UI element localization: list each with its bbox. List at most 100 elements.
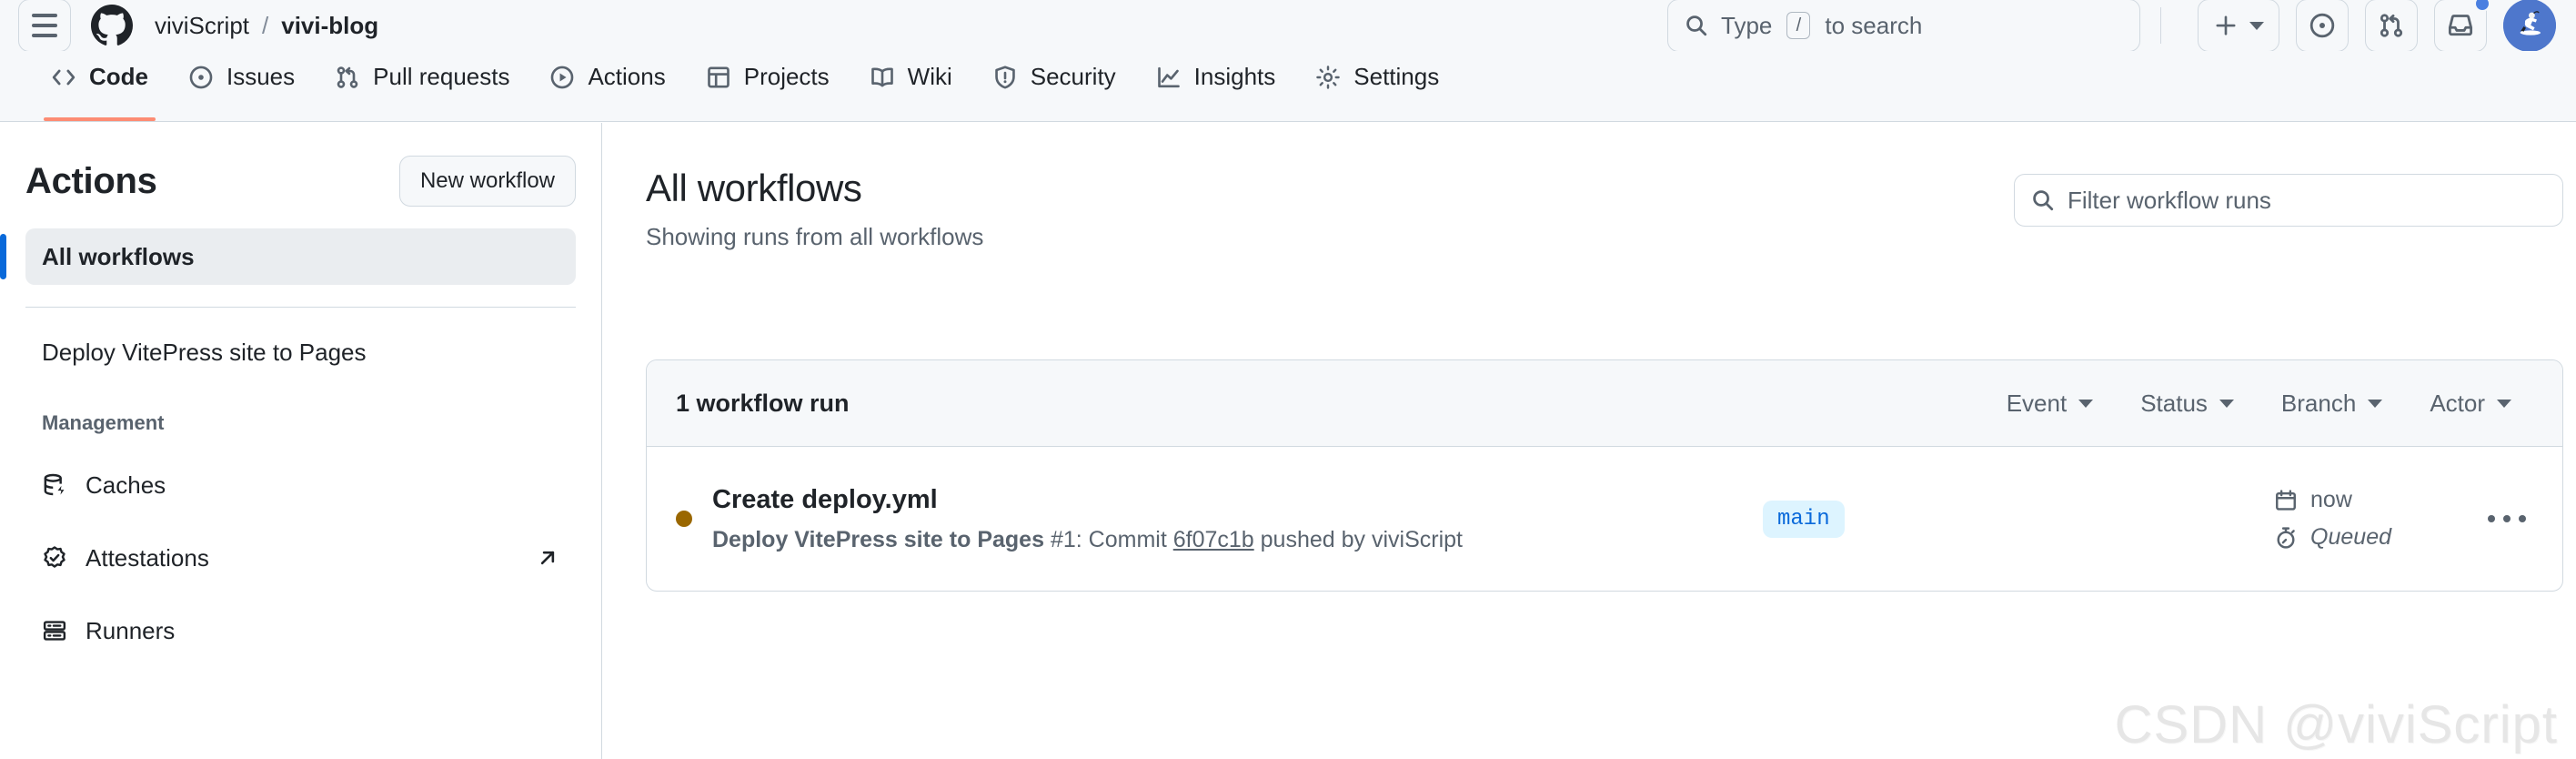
workflow-run-count: 1 workflow run (676, 389, 850, 417)
workflow-run-time-label: now (2310, 487, 2352, 512)
stopwatch-icon (2274, 526, 2298, 550)
workflow-run-duration-label: Queued (2310, 524, 2391, 550)
breadcrumb: viviScript / vivi-blog (155, 12, 378, 40)
gear-icon (1315, 65, 1341, 90)
branch-badge[interactable]: main (1762, 500, 1845, 538)
filter-status-label: Status (2140, 389, 2208, 417)
tab-insights[interactable]: Insights (1136, 51, 1296, 121)
tab-issues-label: Issues (226, 63, 296, 90)
sidebar-item-all-workflows[interactable]: All workflows (0, 228, 576, 285)
external-link-icon (536, 546, 559, 570)
search-placeholder-before: Type (1721, 11, 1773, 39)
filter-event-label: Event (2006, 389, 2068, 417)
sidebar-item-workflow[interactable]: Deploy VitePress site to Pages (25, 324, 576, 380)
header-actions: Type / to search (1667, 0, 2556, 52)
tab-wiki-label: Wiki (907, 63, 952, 90)
chevron-down-icon (2497, 399, 2511, 408)
chevron-down-icon (2368, 399, 2383, 408)
sidebar-divider (25, 307, 576, 308)
sidebar-item-all-workflows-label: All workflows (42, 242, 195, 270)
filter-actor-dropdown[interactable]: Actor (2406, 390, 2535, 418)
header-divider (2160, 7, 2161, 44)
tab-issues[interactable]: Issues (168, 51, 315, 121)
workflow-run-timing: now Queued (2274, 487, 2391, 551)
sidebar-title: Actions (25, 160, 157, 201)
play-icon (549, 65, 575, 90)
main-content: All workflows Showing runs from all work… (603, 123, 2576, 759)
sidebar-item-runners[interactable]: Runners (25, 602, 576, 659)
workflow-run-commit-word: Commit (1088, 526, 1167, 552)
search-icon (2031, 188, 2055, 212)
filter-actor-label: Actor (2430, 389, 2485, 417)
issue-opened-icon (2309, 12, 2336, 39)
new-workflow-button[interactable]: New workflow (398, 156, 576, 207)
filter-workflow-runs-input[interactable]: Filter workflow runs (2014, 174, 2563, 227)
code-icon (51, 65, 76, 90)
workflow-run-created-time: now (2274, 487, 2391, 513)
global-header: viviScript / vivi-blog Type / to search (0, 0, 2576, 52)
tab-projects-label: Projects (743, 63, 830, 90)
queued-status-dot (676, 511, 692, 527)
sidebar-item-runners-label: Runners (86, 616, 176, 644)
workflow-run-info: Create deploy.yml Deploy VitePress site … (712, 485, 1463, 553)
filter-placeholder: Filter workflow runs (2068, 186, 2271, 214)
tab-security-label: Security (1030, 63, 1116, 90)
breadcrumb-separator: / (262, 11, 269, 39)
breadcrumb-owner[interactable]: viviScript (155, 12, 249, 40)
sidebar-item-caches-label: Caches (86, 471, 166, 499)
github-mark-icon[interactable] (91, 5, 133, 46)
inbox-icon (2447, 12, 2474, 39)
kebab-horizontal-icon[interactable] (2482, 506, 2531, 531)
tab-security[interactable]: Security (972, 51, 1136, 121)
tab-settings-label: Settings (1353, 63, 1440, 90)
workflow-run-right: now Queued (2274, 487, 2531, 551)
github-actions-page: viviScript / vivi-blog Type / to search (0, 0, 2576, 759)
tab-insights-label: Insights (1193, 63, 1276, 90)
repository-nav: Code Issues Pull requests Actions Projec… (0, 51, 2576, 122)
workflow-run-workflow-name[interactable]: Deploy VitePress site to Pages (712, 527, 1044, 552)
workflow-filters: Event Status Branch Actor (1983, 390, 2535, 418)
search-input[interactable]: Type / to search (1667, 0, 2140, 52)
breadcrumb-repo[interactable]: vivi-blog (281, 12, 378, 40)
search-slash-key: / (1786, 12, 1811, 39)
plus-icon (2213, 13, 2239, 38)
page-subtitle: Showing runs from all workflows (646, 223, 984, 250)
tab-settings[interactable]: Settings (1295, 51, 1459, 121)
git-pull-request-icon (2378, 12, 2405, 39)
inbox-button[interactable] (2434, 0, 2490, 52)
chevron-down-icon (2078, 399, 2094, 408)
user-avatar[interactable] (2503, 0, 2556, 52)
workflow-runs-card: 1 workflow run Event Status Branch Actor… (646, 359, 2563, 592)
tab-wiki[interactable]: Wiki (850, 51, 972, 121)
workflow-run-pushed-by: pushed by (1260, 526, 1366, 552)
graph-icon (1156, 65, 1182, 90)
workflow-run-row[interactable]: Create deploy.yml Deploy VitePress site … (647, 447, 2562, 591)
issues-button[interactable] (2296, 0, 2349, 52)
watermark: CSDN @viviScript (2114, 695, 2558, 754)
sidebar-item-attestations-label: Attestations (86, 543, 209, 572)
workflow-run-title[interactable]: Create deploy.yml (712, 485, 1463, 515)
hamburger-menu-icon[interactable] (18, 0, 71, 52)
actions-sidebar: Actions New workflow All workflows Deplo… (0, 123, 602, 759)
tab-pull-requests[interactable]: Pull requests (315, 51, 529, 121)
filter-event-dropdown[interactable]: Event (1983, 390, 2118, 418)
chevron-down-icon (2219, 399, 2234, 408)
workflow-run-actor[interactable]: viviScript (1372, 527, 1463, 552)
filter-branch-dropdown[interactable]: Branch (2258, 390, 2406, 418)
server-icon (42, 618, 69, 643)
tab-projects[interactable]: Projects (686, 51, 850, 121)
tab-actions[interactable]: Actions (529, 51, 685, 121)
book-icon (870, 65, 895, 90)
workflow-run-commit-sha[interactable]: 6f07c1b (1173, 527, 1254, 552)
tab-pull-requests-label: Pull requests (373, 63, 510, 90)
pull-requests-button[interactable] (2365, 0, 2418, 52)
search-icon (1685, 14, 1708, 37)
git-pull-request-icon (335, 65, 360, 90)
tab-code[interactable]: Code (31, 51, 168, 121)
sidebar-item-attestations[interactable]: Attestations (25, 530, 576, 586)
sidebar-item-caches[interactable]: Caches (25, 457, 576, 513)
filter-status-dropdown[interactable]: Status (2117, 390, 2258, 418)
sidebar-group-management: Management (42, 411, 165, 434)
tab-code-label: Code (89, 63, 148, 90)
create-new-button[interactable] (2198, 0, 2279, 52)
